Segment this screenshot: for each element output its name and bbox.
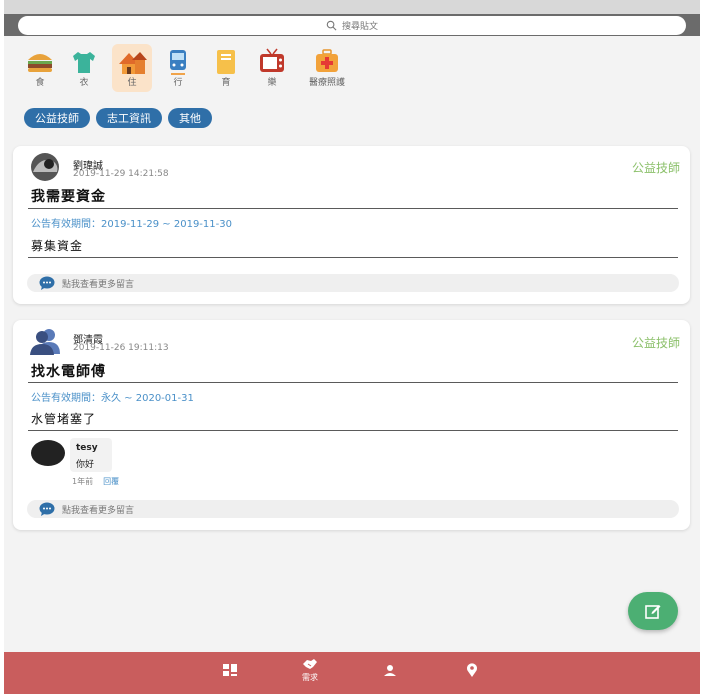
category-label: 食 xyxy=(35,78,45,88)
dashboard-icon xyxy=(223,664,237,676)
post-time: 2019-11-26 19:11:13 xyxy=(73,343,169,353)
post-title: 我需要資金 xyxy=(31,189,106,205)
post-body: 水管堵塞了 xyxy=(31,412,97,426)
avatar xyxy=(30,329,60,355)
category-clothing[interactable]: 衣 xyxy=(64,44,104,92)
reply-link[interactable]: 回覆 xyxy=(103,476,119,487)
app-frame: 搜尋貼文 食 衣 住 行 育 樂 醫療照護 公益技師 志工資訊 其他 劉瑋誠 2… xyxy=(4,0,700,694)
house-icon xyxy=(119,52,147,74)
train-icon xyxy=(170,50,186,75)
chat-bubble-icon xyxy=(39,276,55,290)
category-label: 樂 xyxy=(267,78,277,88)
category-food[interactable]: 食 xyxy=(20,44,60,92)
divider xyxy=(28,430,678,431)
divider xyxy=(28,208,678,209)
view-more-comments[interactable]: 點我查看更多留言 xyxy=(27,500,679,518)
nav-profile[interactable] xyxy=(370,652,410,694)
hamburger-icon xyxy=(28,54,52,72)
post-category: 公益技師 xyxy=(631,161,680,175)
post-title: 找水電師傅 xyxy=(31,364,106,380)
handshake-icon xyxy=(303,659,317,669)
nav-map[interactable] xyxy=(452,652,492,694)
bottom-nav: 需求 xyxy=(4,652,700,694)
chat-bubble-icon xyxy=(39,502,55,516)
post-card[interactable]: 鄧清霞 2019-11-26 19:11:13 公益技師 找水電師傅 公告有效期… xyxy=(13,320,690,530)
person-icon xyxy=(384,665,396,676)
comment-text: 你好 xyxy=(76,460,95,470)
comment-bubble: tesy 你好 xyxy=(70,438,112,472)
post-category: 公益技師 xyxy=(631,336,680,350)
category-label: 行 xyxy=(173,78,183,88)
search-input[interactable]: 搜尋貼文 xyxy=(18,16,686,35)
category-label: 育 xyxy=(221,78,231,88)
category-medical[interactable]: 醫療照護 xyxy=(304,44,350,92)
comment-user: tesy xyxy=(76,443,98,453)
status-bar xyxy=(4,0,700,14)
post-period: 公告有效期間：永久 ~ 2020-01-31 xyxy=(31,393,194,404)
chip-volunteer-info[interactable]: 志工資訊 xyxy=(96,108,162,128)
comment-meta: 1年前 回覆 xyxy=(72,476,119,487)
divider xyxy=(28,257,678,258)
category-entertainment[interactable]: 樂 xyxy=(252,44,292,92)
filter-chips: 公益技師 志工資訊 其他 xyxy=(24,108,212,128)
edit-icon xyxy=(645,605,661,619)
tshirt-icon xyxy=(73,52,95,73)
avatar xyxy=(31,153,59,181)
top-bar: 搜尋貼文 xyxy=(4,14,700,36)
tv-icon xyxy=(260,48,284,72)
category-transport[interactable]: 行 xyxy=(158,44,198,92)
first-aid-kit-icon xyxy=(316,49,338,72)
post-body: 募集資金 xyxy=(31,239,84,253)
view-more-label: 點我查看更多留言 xyxy=(62,279,135,290)
new-post-button[interactable] xyxy=(628,592,678,630)
chip-other[interactable]: 其他 xyxy=(168,108,212,128)
view-more-label: 點我查看更多留言 xyxy=(62,505,135,516)
location-pin-icon xyxy=(467,663,477,677)
divider xyxy=(28,382,678,383)
post-time: 2019-11-29 14:21:58 xyxy=(73,169,169,179)
search-icon xyxy=(326,20,337,31)
category-housing[interactable]: 住 xyxy=(112,44,152,92)
category-label: 醫療照護 xyxy=(308,78,345,88)
category-bar: 食 衣 住 行 育 樂 醫療照護 xyxy=(4,36,700,98)
notebook-icon xyxy=(217,50,235,74)
comment-age: 1年前 xyxy=(72,477,94,486)
chip-pro-bono-technician[interactable]: 公益技師 xyxy=(24,108,90,128)
view-more-comments[interactable]: 點我查看更多留言 xyxy=(27,274,679,292)
post-period: 公告有效期間：2019-11-29 ~ 2019-11-30 xyxy=(31,219,232,230)
category-label: 住 xyxy=(127,78,137,88)
category-education[interactable]: 育 xyxy=(206,44,246,92)
search-placeholder: 搜尋貼文 xyxy=(341,22,378,32)
comment-avatar xyxy=(31,440,65,466)
category-label: 衣 xyxy=(79,78,89,88)
post-card[interactable]: 劉瑋誠 2019-11-29 14:21:58 公益技師 我需要資金 公告有效期… xyxy=(13,146,690,304)
nav-requests-label: 需求 xyxy=(302,673,318,682)
nav-dashboard[interactable] xyxy=(210,652,250,694)
nav-requests[interactable]: 需求 xyxy=(290,652,330,694)
